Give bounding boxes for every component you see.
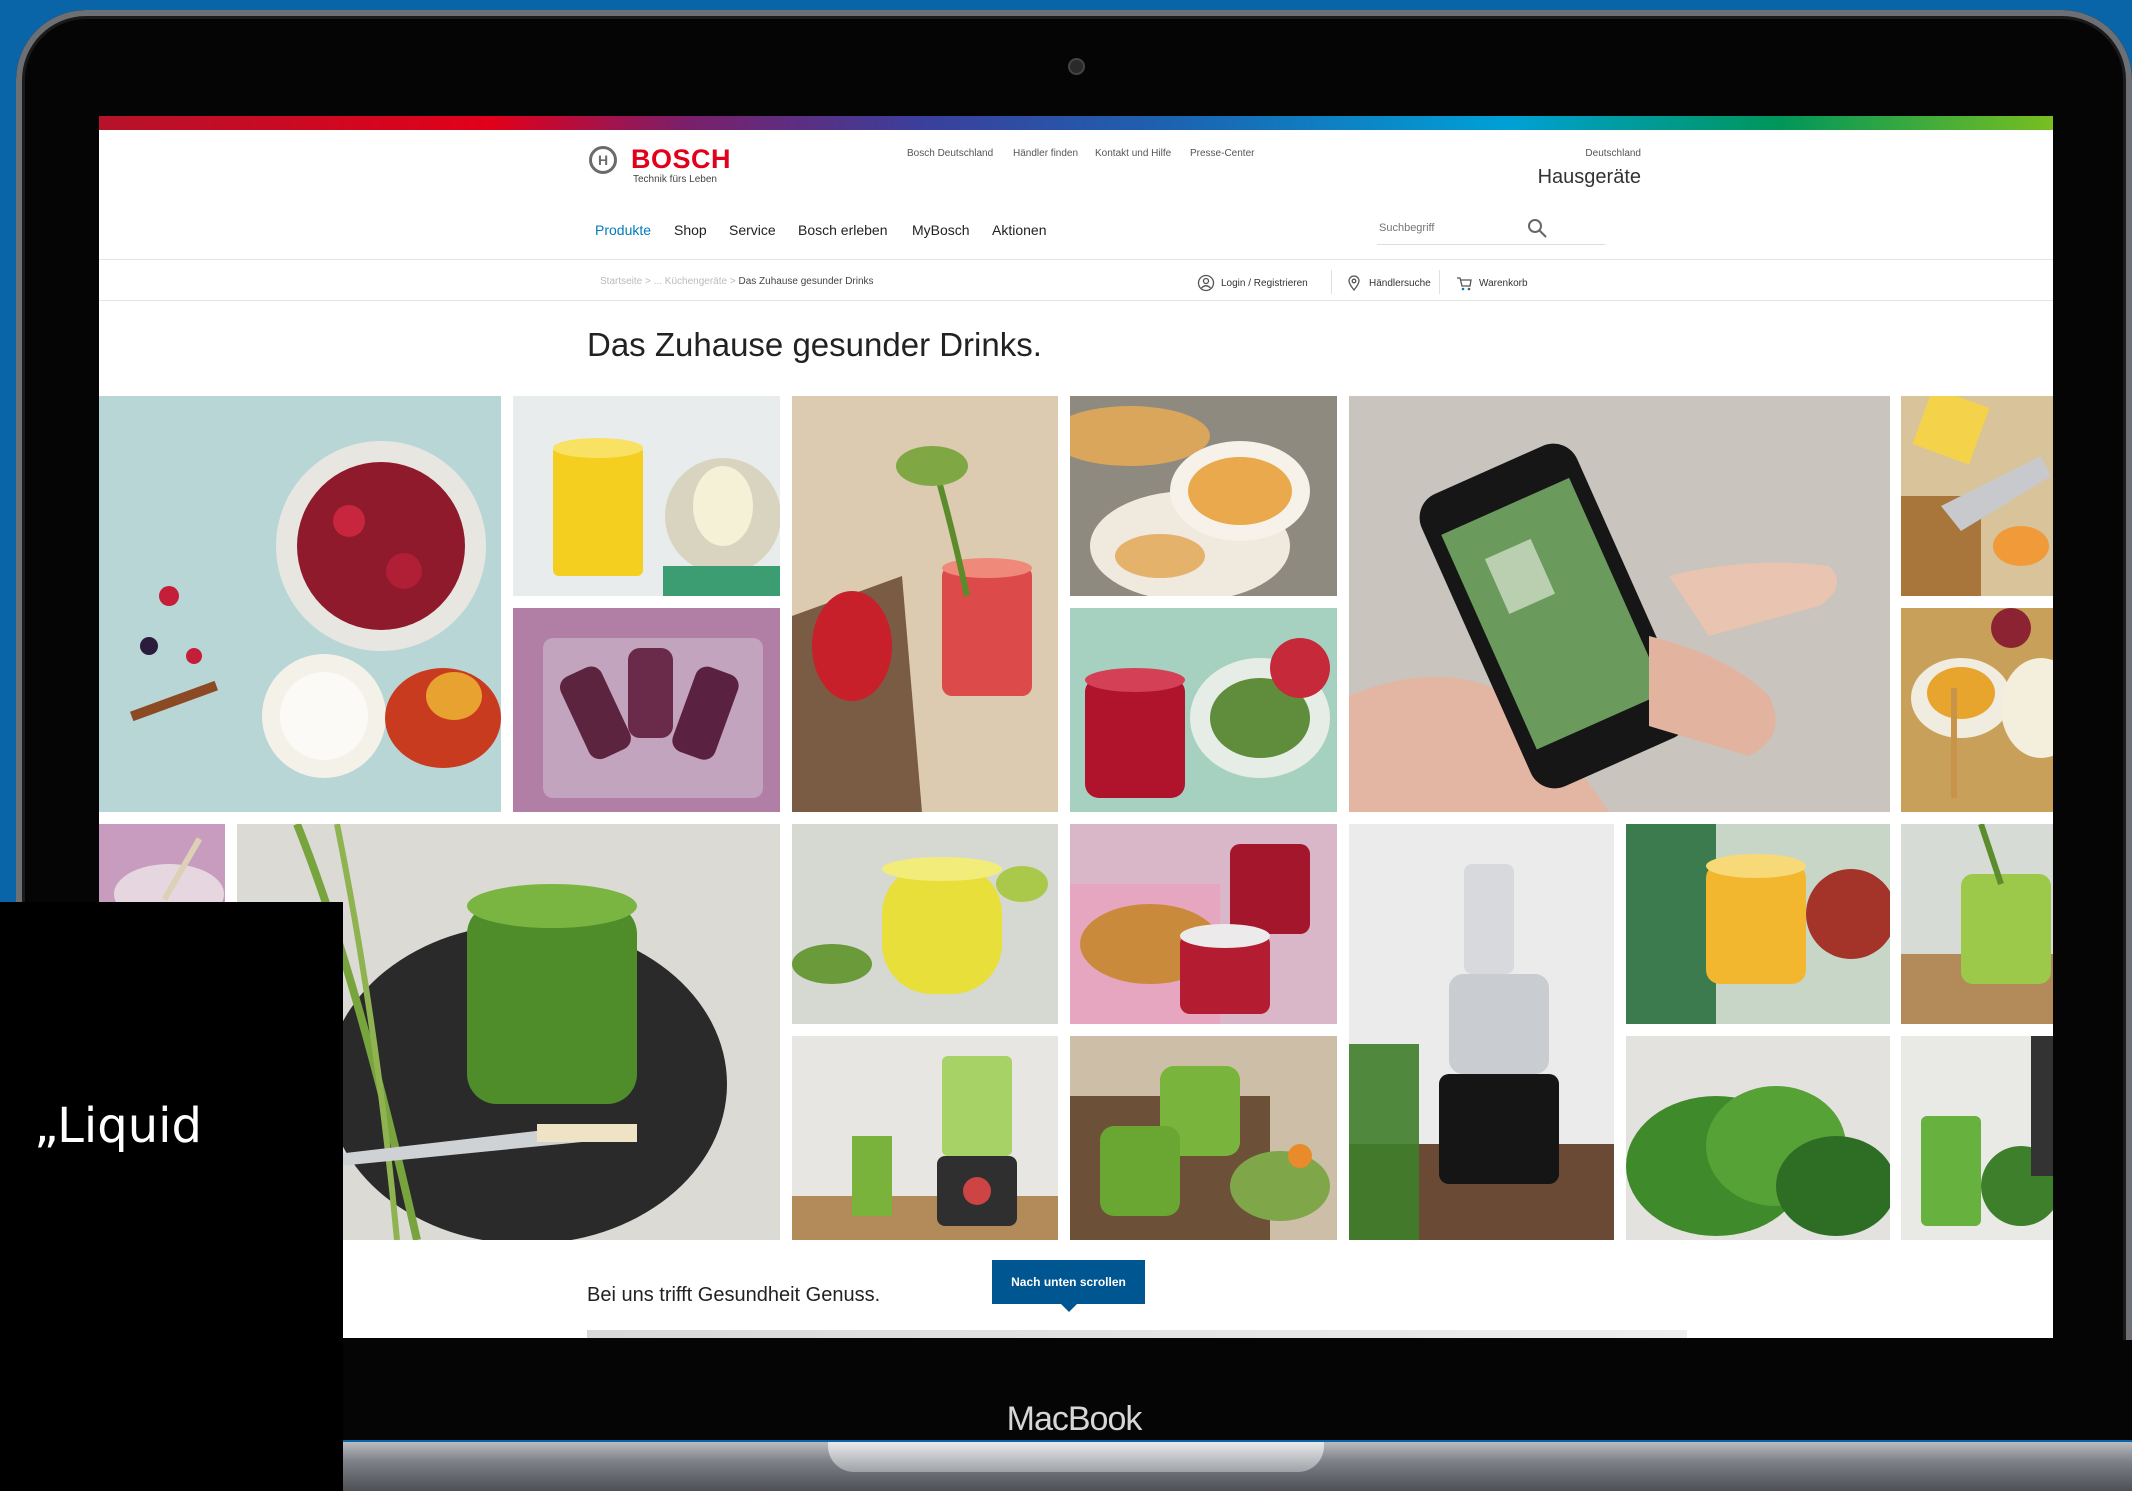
toplink-kontakt[interactable]: Kontakt und Hilfe xyxy=(1095,148,1171,159)
breadcrumb-divider xyxy=(99,300,2053,301)
header-divider xyxy=(99,259,2053,260)
toplink-bosch-deutschland[interactable]: Bosch Deutschland xyxy=(907,148,993,159)
chevron-down-icon[interactable] xyxy=(1059,1302,1079,1312)
nav-bosch-erleben[interactable]: Bosch erleben xyxy=(798,222,888,238)
login-label: Login / Registrieren xyxy=(1221,277,1308,289)
nav-service[interactable]: Service xyxy=(729,222,776,238)
nav-shop[interactable]: Shop xyxy=(674,222,707,238)
location-pin-icon xyxy=(1348,275,1360,292)
quote-overlay xyxy=(0,902,343,1491)
croissant-jam-photo[interactable] xyxy=(1070,824,1337,1024)
quote-text: „Liquid xyxy=(34,1098,202,1154)
intro-text-faded xyxy=(587,1330,1687,1338)
section-title: Bei uns trifft Gesundheit Genuss. xyxy=(587,1284,881,1306)
smartphone-app-photo[interactable] xyxy=(1349,396,1890,812)
dealer-search-label: Händlersuche xyxy=(1369,277,1431,289)
breadcrumb-home[interactable]: Startseite xyxy=(600,276,642,287)
laptop-notch xyxy=(828,1442,1324,1472)
kale-photo[interactable] xyxy=(1626,1036,1890,1240)
nav-mybosch[interactable]: MyBosch xyxy=(912,222,970,238)
lemon-juice-photo[interactable] xyxy=(792,824,1058,1024)
search-icon[interactable] xyxy=(1525,216,1549,240)
browser-screen: H BOSCH Technik fürs Leben Bosch Deutsch… xyxy=(99,116,2053,1338)
cart-icon xyxy=(1457,277,1472,291)
user-icon xyxy=(1197,274,1215,292)
brand-tagline: Technik fürs Leben xyxy=(633,174,717,185)
page-title: Das Zuhause gesunder Drinks. xyxy=(587,326,1042,363)
apple-juice-photo[interactable] xyxy=(1626,824,1890,1024)
category-title: Hausgeräte xyxy=(1537,166,1641,188)
camera-icon xyxy=(1068,58,1085,75)
cart-label: Warenkorb xyxy=(1479,277,1528,289)
search-input[interactable] xyxy=(1377,212,1605,245)
breadcrumb-current: Das Zuhause gesunder Drinks xyxy=(738,276,874,287)
green-juice-right-photo[interactable] xyxy=(1901,1036,2053,1240)
berries-yogurt-mango-photo[interactable] xyxy=(99,396,501,812)
cart-link[interactable]: Warenkorb xyxy=(1455,274,1528,292)
breadcrumb-separator: > xyxy=(645,276,651,287)
country-selector[interactable]: Deutschland xyxy=(1491,148,1641,159)
popsicles-photo[interactable] xyxy=(513,608,780,812)
nav-aktionen[interactable]: Aktionen xyxy=(992,222,1046,238)
toplink-presse[interactable]: Presse-Center xyxy=(1190,148,1254,159)
green-juice-corner-photo[interactable] xyxy=(1901,824,2053,1024)
breadcrumb-separator: > xyxy=(729,276,736,287)
breadcrumb-ellipsis[interactable]: ... xyxy=(654,276,662,287)
beet-smoothie-pepper-photo[interactable] xyxy=(792,396,1058,812)
red-smoothie-pomegranate-photo[interactable] xyxy=(1070,608,1337,812)
fruit-knife-photo[interactable] xyxy=(1901,396,2053,596)
dealer-search-link[interactable]: Händlersuche xyxy=(1345,274,1431,292)
honey-yogurt-photo[interactable] xyxy=(1901,608,2053,812)
orange-juice-glass-photo[interactable] xyxy=(513,396,780,596)
brand-color-bar xyxy=(99,116,2053,130)
util-divider xyxy=(1439,270,1440,294)
green-smoothie-glasses-photo[interactable] xyxy=(1070,1036,1337,1240)
bread-soup-photo[interactable] xyxy=(1070,396,1337,596)
toplink-haendler-finden[interactable]: Händler finden xyxy=(1013,148,1078,159)
nav-produkte[interactable]: Produkte xyxy=(595,222,651,238)
scroll-down-button[interactable]: Nach unten scrollen xyxy=(992,1260,1145,1304)
login-link[interactable]: Login / Registrieren xyxy=(1197,274,1308,292)
breadcrumb-kuechengeraete[interactable]: Küchengeräte xyxy=(665,276,727,287)
brand-logo[interactable]: BOSCH xyxy=(631,144,731,175)
bosch-logo-icon[interactable]: H xyxy=(589,146,617,174)
breadcrumb: Startseite > ... Küchengeräte > Das Zuha… xyxy=(600,276,874,287)
util-divider xyxy=(1331,270,1332,294)
blender-green-smoothie-photo[interactable] xyxy=(792,1036,1058,1240)
slow-juicer-photo[interactable] xyxy=(1349,824,1614,1240)
